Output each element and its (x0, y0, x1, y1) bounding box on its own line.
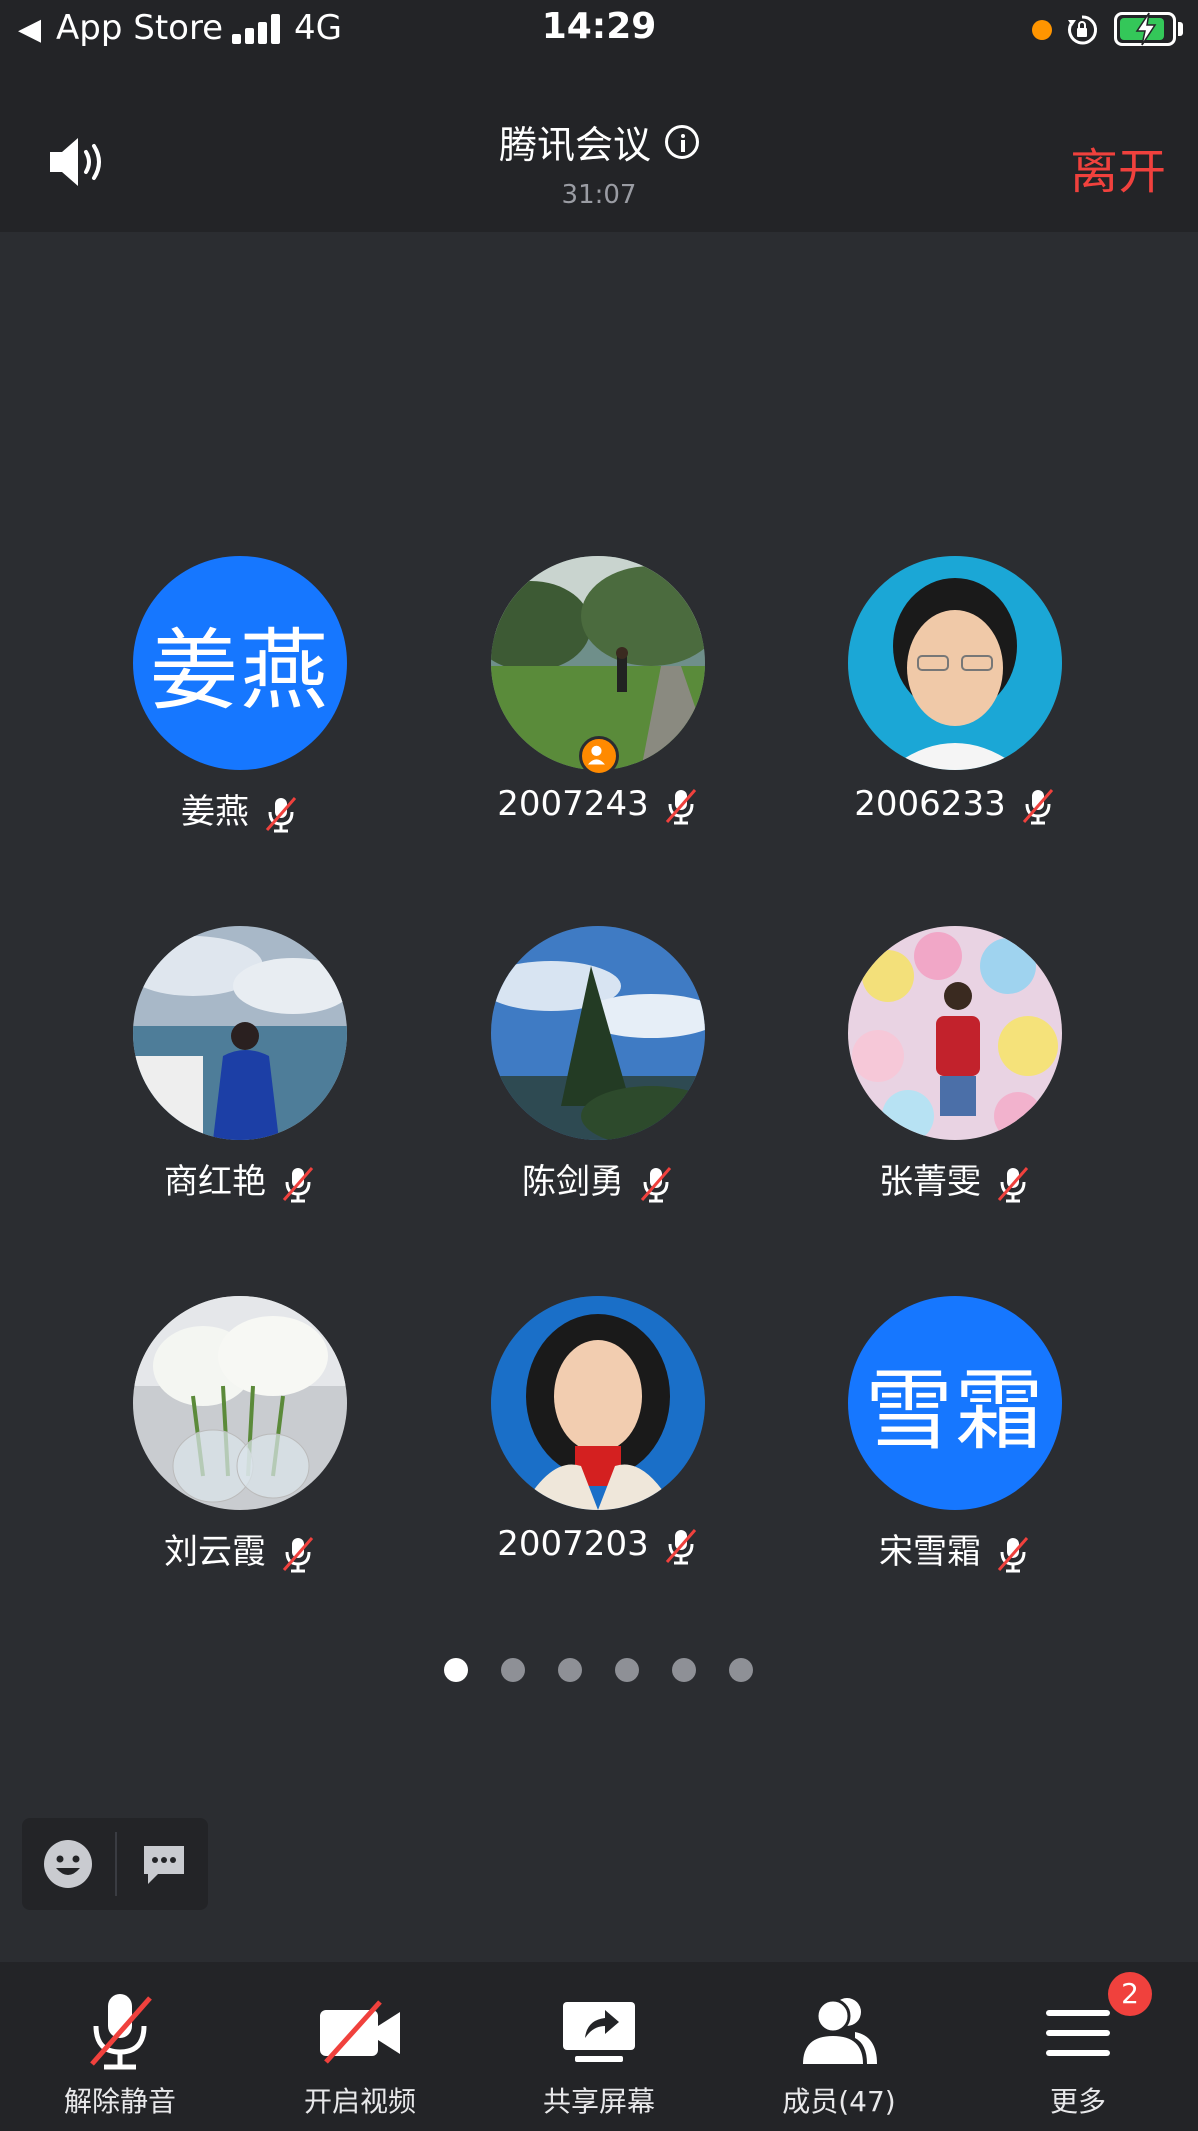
flowers-photo (133, 1296, 347, 1510)
more-button[interactable]: 2 更多 (958, 1962, 1198, 2131)
muted-mic-icon (640, 1166, 672, 1202)
avatar (491, 926, 705, 1140)
participant-name: 陈剑勇 (522, 1162, 624, 1202)
bottom-toolbar: 解除静音 开启视频 共享屏幕 成员(47) 2 更多 (0, 1962, 1198, 2131)
participant-name: 张菁雯 (879, 1162, 981, 1202)
portrait-photo (848, 556, 1062, 770)
page-dot-active[interactable] (444, 1658, 468, 1682)
emoji-icon[interactable] (42, 1838, 94, 1890)
page-indicator[interactable] (444, 1658, 764, 1684)
participant-name: 2006233 (854, 784, 1006, 824)
notification-badge: 2 (1108, 1972, 1152, 2016)
meeting-title-group[interactable]: 腾讯会议 (0, 114, 1198, 169)
info-icon[interactable] (665, 124, 699, 159)
reaction-chat-bar (22, 1818, 208, 1910)
battery-icon (1114, 12, 1176, 46)
participant-name-row: 陈剑勇 (421, 1154, 777, 1204)
start-video-button[interactable]: 开启视频 (240, 1962, 480, 2131)
participant-name-row: 2007243 (421, 784, 777, 826)
chat-icon[interactable] (140, 1840, 188, 1888)
video-off-icon (320, 2000, 400, 2064)
meeting-timer: 31:07 (561, 180, 637, 210)
avatar: 雪霜 (848, 1296, 1062, 1510)
muted-mic-icon (665, 788, 696, 824)
participant-name-row: 张菁雯 (778, 1154, 1134, 1204)
participant-name-row: 商红艳 (63, 1154, 419, 1204)
participant-name: 宋雪霜 (879, 1532, 981, 1572)
avatar (848, 926, 1062, 1140)
page-dot[interactable] (501, 1658, 525, 1682)
battery-tip (1178, 22, 1183, 36)
meeting-header: 腾讯会议 31:07 离开 (0, 62, 1198, 232)
participant-name-row: 2006233 (778, 784, 1134, 826)
page-dot[interactable] (672, 1658, 696, 1682)
members-button[interactable]: 成员(47) (719, 1962, 959, 2131)
muted-mic-icon (997, 1536, 1029, 1572)
members-icon (803, 1998, 877, 2064)
participant-name: 2007203 (497, 1524, 649, 1564)
balloons-photo (848, 926, 1062, 1140)
tree-photo (491, 926, 705, 1140)
more-label: 更多 (1049, 2085, 1106, 2118)
participant-name-row: 宋雪霜 (778, 1524, 1134, 1574)
page-dot[interactable] (729, 1658, 753, 1682)
avatar (133, 1296, 347, 1510)
unmute-button[interactable]: 解除静音 (0, 1962, 240, 2131)
avatar (491, 1296, 705, 1510)
menu-icon (1046, 2010, 1110, 2056)
participant-name: 2007243 (497, 784, 649, 824)
muted-mic-icon (1022, 788, 1053, 824)
participant-name-row: 刘云霞 (63, 1524, 419, 1574)
mic-in-use-indicator (1032, 20, 1052, 40)
share-screen-icon (563, 2002, 635, 2062)
muted-mic-icon (997, 1166, 1029, 1202)
page-dot[interactable] (615, 1658, 639, 1682)
share-screen-label: 共享屏幕 (542, 2085, 655, 2118)
host-badge-icon (579, 736, 619, 776)
orientation-lock-icon (1068, 15, 1098, 45)
members-label: 成员(47) (782, 2085, 896, 2118)
muted-mic-icon (90, 1994, 152, 2070)
start-video-label: 开启视频 (303, 2085, 416, 2118)
id-photo (491, 1296, 705, 1510)
avatar (848, 556, 1062, 770)
meeting-title: 腾讯会议 (498, 123, 651, 167)
participant-name-row: 2007203 (421, 1524, 777, 1566)
participant-name: 商红艳 (164, 1162, 266, 1202)
muted-mic-icon (282, 1536, 314, 1572)
share-screen-button[interactable]: 共享屏幕 (479, 1962, 719, 2131)
clock: 14:29 (541, 6, 657, 47)
unmute-label: 解除静音 (63, 2085, 176, 2118)
participant-name: 姜燕 (181, 792, 249, 832)
leave-button[interactable]: 离开 (1070, 132, 1166, 202)
page-dot[interactable] (558, 1658, 582, 1682)
muted-mic-icon (665, 1528, 696, 1564)
avatar: 姜燕 (133, 556, 347, 770)
status-bar: ◀ App Store 4G 14:29 (0, 0, 1198, 62)
boat-photo (133, 926, 347, 1140)
avatar (133, 926, 347, 1140)
divider (115, 1832, 117, 1896)
participant-name-row: 姜燕 (63, 784, 419, 834)
muted-mic-icon (265, 796, 297, 832)
participant-name: 刘云霞 (164, 1532, 266, 1572)
muted-mic-icon (282, 1166, 314, 1202)
